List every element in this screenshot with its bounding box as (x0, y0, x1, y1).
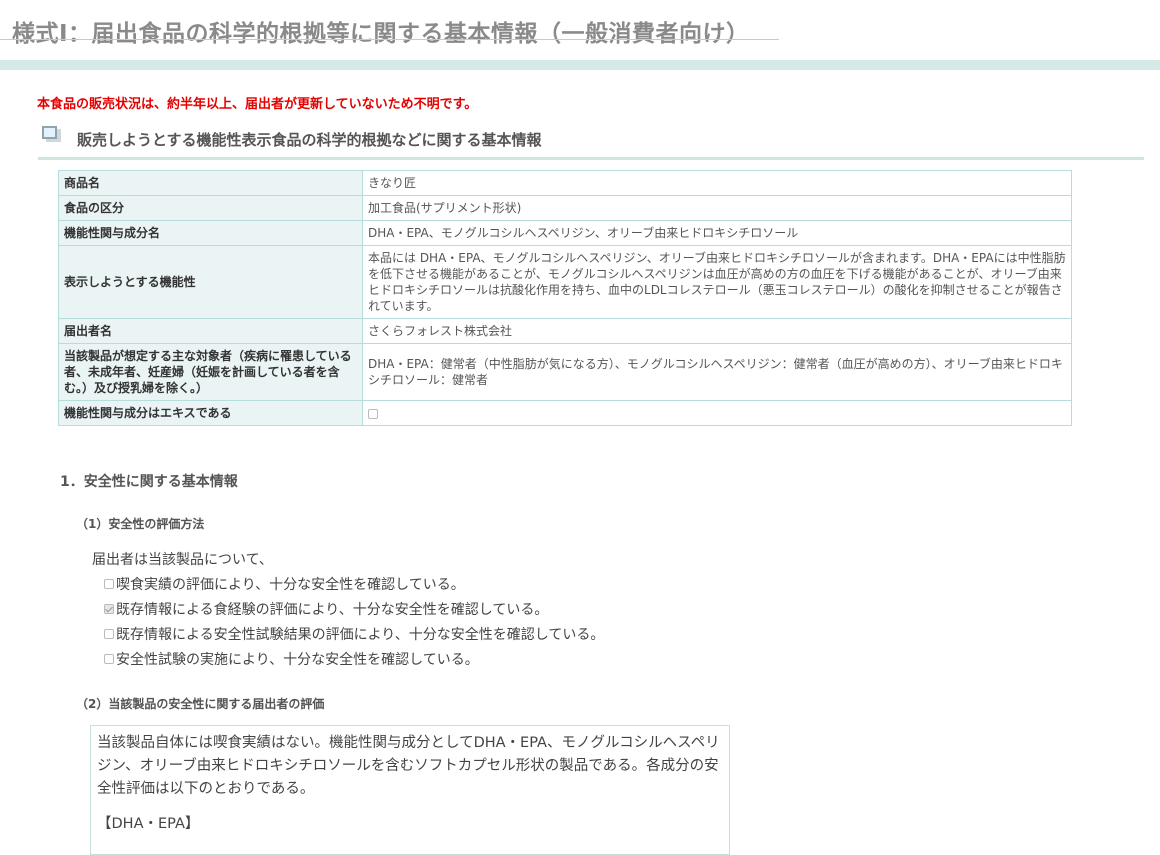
table-row: 食品の区分 加工食品(サプリメント形状) (58, 195, 1072, 221)
safety-checkbox[interactable] (104, 654, 114, 664)
safety-checkbox[interactable] (104, 579, 114, 589)
safety-option: 安全性試験の実施により、十分な安全性を確認している。 (104, 649, 479, 669)
safety-option-label: 既存情報による安全性試験結果の評価により、十分な安全性を確認している。 (116, 627, 605, 643)
sales-status-notice: 本食品の販売状況は、約半年以上、届出者が更新していないため不明です。 (37, 97, 478, 112)
row-label: 商品名 (58, 170, 363, 196)
safety-option-label: 喫食実績の評価により、十分な安全性を確認している。 (116, 577, 465, 593)
table-row: 当該製品が想定する主な対象者（疾病に罹患している者、未成年者、妊産婦（妊娠を計画… (58, 343, 1072, 401)
header-band (0, 60, 1160, 70)
safety-checkbox[interactable] (104, 604, 114, 614)
table-row: 商品名 きなり匠 (58, 170, 1072, 196)
safety-option: 喫食実績の評価により、十分な安全性を確認している。 (104, 574, 465, 594)
row-value: きなり匠 (362, 170, 1072, 196)
table-row: 届出者名 さくらフォレスト株式会社 (58, 318, 1072, 344)
extract-checkbox[interactable] (368, 408, 378, 419)
safety-heading: 1．安全性に関する基本情報 (60, 474, 238, 490)
row-value: さくらフォレスト株式会社 (362, 318, 1072, 344)
row-label: 機能性関与成分はエキスである (58, 400, 363, 426)
safety-evaluation-subheading: 【DHA・EPA】 (97, 816, 200, 832)
row-value: DHA・EPA、モノグルコシルヘスペリジン、オリーブ由来ヒドロキシチロソール (362, 220, 1072, 246)
document-stack-icon (40, 125, 62, 143)
safety-intro: 届出者は当該製品について、 (92, 552, 273, 568)
safety-evaluation-heading: （2）当該製品の安全性に関する届出者の評価 (76, 697, 325, 711)
safety-option-label: 安全性試験の実施により、十分な安全性を確認している。 (116, 652, 479, 668)
row-value: 本品には DHA・EPA、モノグルコシルヘスペリジン、オリーブ由来ヒドロキシチロ… (362, 245, 1072, 319)
table-row: 機能性関与成分はエキスである (58, 400, 1072, 426)
safety-evaluation-text: 当該製品自体には喫食実績はない。機能性関与成分としてDHA・EPA、モノグルコシ… (97, 735, 720, 797)
safety-option: 既存情報による安全性試験結果の評価により、十分な安全性を確認している。 (104, 624, 604, 644)
row-label: 機能性関与成分名 (58, 220, 363, 246)
title-underline (0, 39, 779, 40)
section-heading: 販売しようとする機能性表示食品の科学的根拠などに関する基本情報 (38, 123, 1144, 160)
row-value: DHA・EPA：健常者（中性脂肪が気になる方）、モノグルコシルヘスペリジン：健常… (362, 343, 1072, 401)
safety-method-heading: （1）安全性の評価方法 (76, 517, 205, 531)
row-label: 届出者名 (58, 318, 363, 344)
row-label: 食品の区分 (58, 195, 363, 221)
table-row: 機能性関与成分名 DHA・EPA、モノグルコシルヘスペリジン、オリーブ由来ヒドロ… (58, 220, 1072, 246)
section-heading-text: 販売しようとする機能性表示食品の科学的根拠などに関する基本情報 (77, 131, 542, 149)
safety-checkbox[interactable] (104, 629, 114, 639)
safety-option: 既存情報による食経験の評価により、十分な安全性を確認している。 (104, 599, 548, 619)
basic-info-table: 商品名 きなり匠 食品の区分 加工食品(サプリメント形状) 機能性関与成分名 D… (58, 170, 1072, 426)
safety-option-label: 既存情報による食経験の評価により、十分な安全性を確認している。 (116, 602, 549, 618)
row-label: 当該製品が想定する主な対象者（疾病に罹患している者、未成年者、妊産婦（妊娠を計画… (58, 343, 363, 401)
row-value: 加工食品(サプリメント形状) (362, 195, 1072, 221)
row-value (362, 400, 1072, 426)
page-title: 様式Ⅰ：届出食品の科学的根拠等に関する基本情報（一般消費者向け） (12, 21, 750, 47)
table-row: 表示しようとする機能性 本品には DHA・EPA、モノグルコシルヘスペリジン、オ… (58, 245, 1072, 319)
row-label: 表示しようとする機能性 (58, 245, 363, 319)
